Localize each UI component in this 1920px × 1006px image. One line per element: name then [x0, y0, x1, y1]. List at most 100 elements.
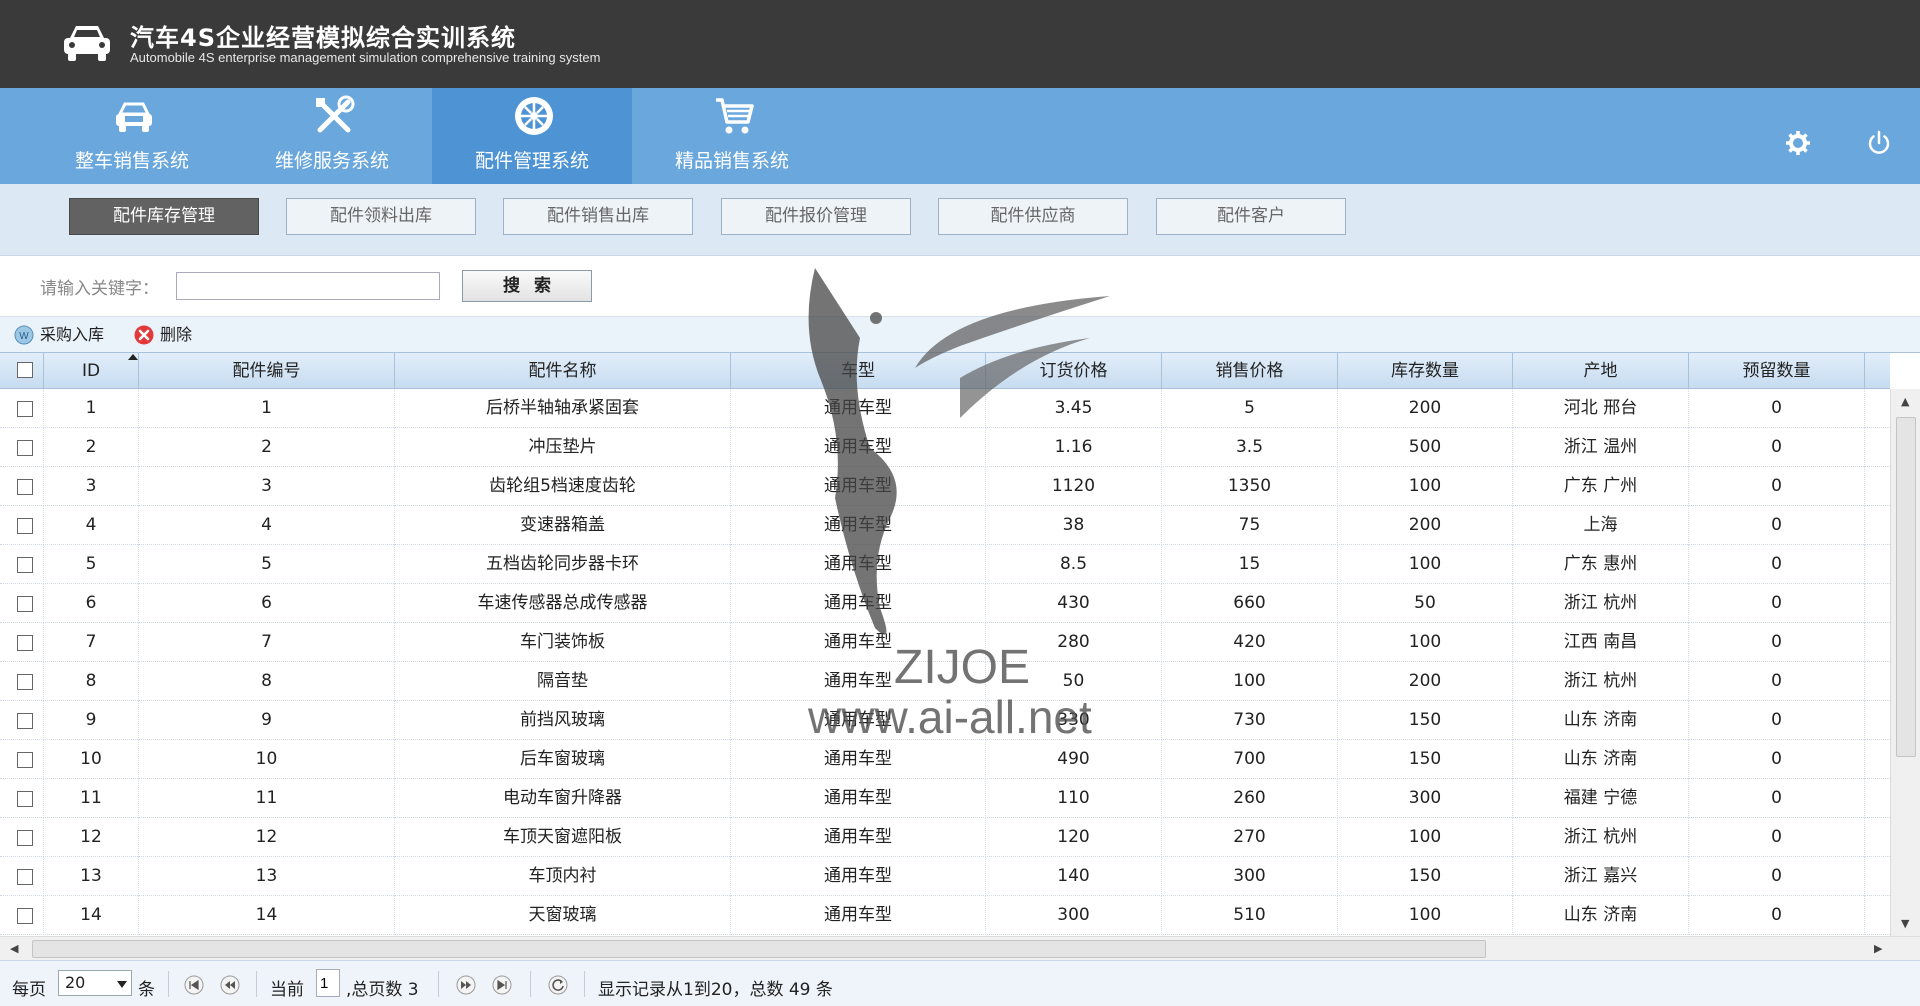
cell-stock-qty: 50	[1338, 584, 1513, 623]
table-row[interactable]: 14 14 天窗玻璃 通用车型 300 510 100 山东 济南 0	[0, 896, 1890, 935]
cell-origin: 浙江 杭州	[1513, 818, 1689, 857]
horizontal-scrollbar[interactable]: ◀ ▶	[0, 936, 1920, 960]
table-row[interactable]: 4 4 变速器箱盖 通用车型 38 75 200 上海 0	[0, 506, 1890, 545]
header-vehicle-model[interactable]: 车型	[731, 353, 986, 389]
row-checkbox[interactable]	[17, 791, 33, 807]
cell-select	[0, 389, 44, 428]
cell-select	[0, 545, 44, 584]
row-checkbox[interactable]	[17, 440, 33, 456]
refresh-icon[interactable]	[548, 975, 568, 995]
last-page-icon[interactable]	[492, 975, 512, 995]
subnav-parts-supplier[interactable]: 配件供应商	[938, 198, 1128, 235]
row-checkbox[interactable]	[17, 401, 33, 417]
subnav-parts-sales-out[interactable]: 配件销售出库	[503, 198, 693, 235]
header-label: ID	[81, 361, 101, 381]
table-row[interactable]: 6 6 车速传感器总成传感器 通用车型 430 660 50 浙江 杭州 0	[0, 584, 1890, 623]
cell-order-price: 110	[986, 779, 1162, 818]
cell-part-code: 8	[139, 662, 395, 701]
row-checkbox[interactable]	[17, 830, 33, 846]
current-page-input[interactable]	[316, 969, 340, 997]
cell-select	[0, 896, 44, 935]
pager-divider	[584, 971, 585, 997]
table-row[interactable]: 10 10 后车窗玻璃 通用车型 490 700 150 山东 济南 0	[0, 740, 1890, 779]
cell-origin: 山东 济南	[1513, 896, 1689, 935]
cell-sales-price: 75	[1162, 506, 1338, 545]
tools-icon	[316, 95, 355, 133]
cell-stock-qty: 500	[1338, 428, 1513, 467]
current-page-label: 当前	[270, 980, 304, 1000]
table-row[interactable]: 12 12 车顶天窗遮阳板 通用车型 120 270 100 浙江 杭州 0	[0, 818, 1890, 857]
delete-button[interactable]: 删除	[134, 323, 214, 347]
header-origin[interactable]: 产地	[1513, 353, 1689, 389]
header-order-price[interactable]: 订货价格	[986, 353, 1162, 389]
header-select-all	[0, 353, 44, 389]
row-checkbox[interactable]	[17, 869, 33, 885]
delete-label: 删除	[160, 325, 193, 344]
purchase-inbound-button[interactable]: W 采购入库	[14, 323, 124, 347]
cell-id: 3	[44, 467, 139, 506]
table-row[interactable]: 5 5 五档齿轮同步器卡环 通用车型 8.5 15 100 广东 惠州 0	[0, 545, 1890, 584]
horizontal-scroll-thumb[interactable]	[32, 940, 1486, 958]
cell-id: 6	[44, 584, 139, 623]
delete-icon	[134, 325, 154, 345]
subnav-parts-inventory[interactable]: 配件库存管理	[69, 198, 259, 235]
header-reserved-qty[interactable]: 预留数量	[1689, 353, 1865, 389]
cell-id: 10	[44, 740, 139, 779]
table-row[interactable]: 3 3 齿轮组5档速度齿轮 通用车型 1120 1350 100 广东 广州 0	[0, 467, 1890, 506]
search-input[interactable]	[176, 272, 440, 300]
table-row[interactable]: 11 11 电动车窗升降器 通用车型 110 260 300 福建 宁德 0	[0, 779, 1890, 818]
header-part-name[interactable]: 配件名称	[395, 353, 731, 389]
select-all-checkbox[interactable]	[17, 362, 33, 378]
row-checkbox[interactable]	[17, 752, 33, 768]
scroll-right-icon[interactable]: ▶	[1874, 942, 1882, 955]
subnav-parts-quote[interactable]: 配件报价管理	[721, 198, 911, 235]
header-sales-price[interactable]: 销售价格	[1162, 353, 1338, 389]
cell-reserved-qty: 0	[1689, 545, 1865, 584]
scroll-down-icon[interactable]: ▼	[1901, 917, 1909, 930]
cell-origin: 浙江 嘉兴	[1513, 857, 1689, 896]
table-row[interactable]: 13 13 车顶内衬 通用车型 140 300 150 浙江 嘉兴 0	[0, 857, 1890, 896]
power-logout-icon[interactable]	[1866, 130, 1892, 156]
row-checkbox[interactable]	[17, 908, 33, 924]
cell-part-name: 五档齿轮同步器卡环	[395, 545, 731, 584]
row-checkbox[interactable]	[17, 518, 33, 534]
pager-divider	[256, 971, 257, 997]
prev-page-icon[interactable]	[220, 975, 240, 995]
cell-stock-qty: 100	[1338, 623, 1513, 662]
table-row[interactable]: 2 2 冲压垫片 通用车型 1.16 3.5 500 浙江 温州 0	[0, 428, 1890, 467]
module-boutique-sales[interactable]: 精品销售系统	[632, 88, 832, 184]
module-repair-service[interactable]: 维修服务系统	[232, 88, 432, 184]
header-part-code[interactable]: 配件编号	[139, 353, 395, 389]
module-parts-management[interactable]: 配件管理系统	[432, 88, 632, 184]
cell-order-price: 140	[986, 857, 1162, 896]
settings-gear-icon[interactable]	[1785, 130, 1811, 156]
scroll-up-icon[interactable]: ▲	[1901, 395, 1909, 408]
cell-sales-price: 15	[1162, 545, 1338, 584]
vertical-scroll-thumb[interactable]	[1896, 417, 1916, 757]
row-checkbox[interactable]	[17, 674, 33, 690]
per-page-select[interactable]: 20	[58, 970, 132, 996]
cell-origin: 浙江 杭州	[1513, 584, 1689, 623]
cell-id: 9	[44, 701, 139, 740]
cell-reserved-qty: 0	[1689, 779, 1865, 818]
table-row[interactable]: 1 1 后桥半轴轴承紧固套 通用车型 3.45 5 200 河北 邢台 0	[0, 389, 1890, 428]
subnav-parts-customer[interactable]: 配件客户	[1156, 198, 1346, 235]
module-vehicle-sales[interactable]: 整车销售系统	[32, 88, 232, 184]
row-checkbox[interactable]	[17, 557, 33, 573]
module-label: 配件管理系统	[474, 150, 589, 172]
header-stock-qty[interactable]: 库存数量	[1338, 353, 1513, 389]
next-page-icon[interactable]	[456, 975, 476, 995]
row-checkbox[interactable]	[17, 596, 33, 612]
subnav-parts-requisition[interactable]: 配件领料出库	[286, 198, 476, 235]
vertical-scrollbar[interactable]: ▲ ▼	[1890, 389, 1920, 937]
scroll-left-icon[interactable]: ◀	[10, 942, 18, 955]
row-checkbox[interactable]	[17, 635, 33, 651]
first-page-icon[interactable]	[184, 975, 204, 995]
cell-part-name: 后桥半轴轴承紧固套	[395, 389, 731, 428]
header-id[interactable]: ID	[44, 353, 139, 389]
cell-part-name: 前挡风玻璃	[395, 701, 731, 740]
row-checkbox[interactable]	[17, 479, 33, 495]
search-button[interactable]: 搜索	[462, 270, 592, 302]
row-checkbox[interactable]	[17, 713, 33, 729]
cell-reserved-qty: 0	[1689, 623, 1865, 662]
